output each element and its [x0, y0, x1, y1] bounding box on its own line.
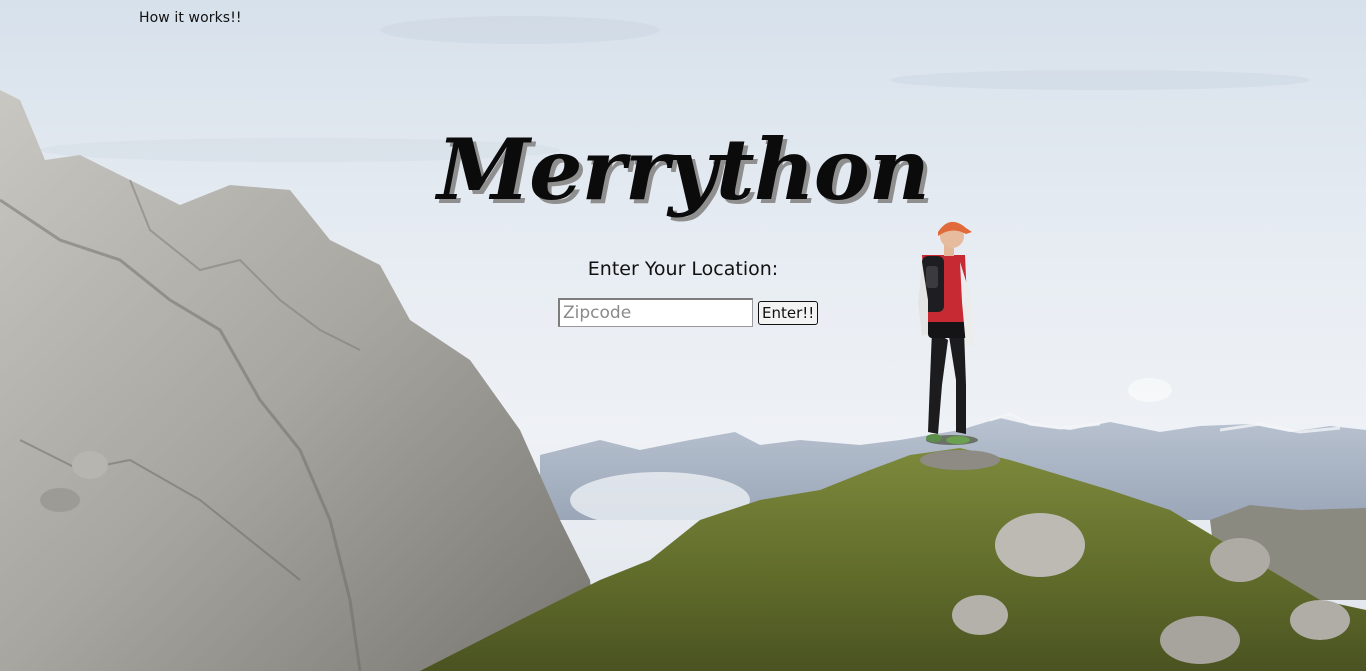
zipcode-input[interactable] — [558, 298, 753, 327]
location-prompt: Enter Your Location: — [587, 258, 779, 280]
how-it-works-link[interactable]: How it works!! — [139, 10, 242, 26]
background-mountain-photo — [0, 0, 1366, 671]
zipcode-form: Enter!! — [558, 298, 819, 327]
site-logo-title: Merrython — [437, 120, 930, 219]
landing-page: How it works!! Merrython Enter Your Loca… — [0, 0, 1366, 671]
enter-button[interactable]: Enter!! — [758, 300, 819, 325]
